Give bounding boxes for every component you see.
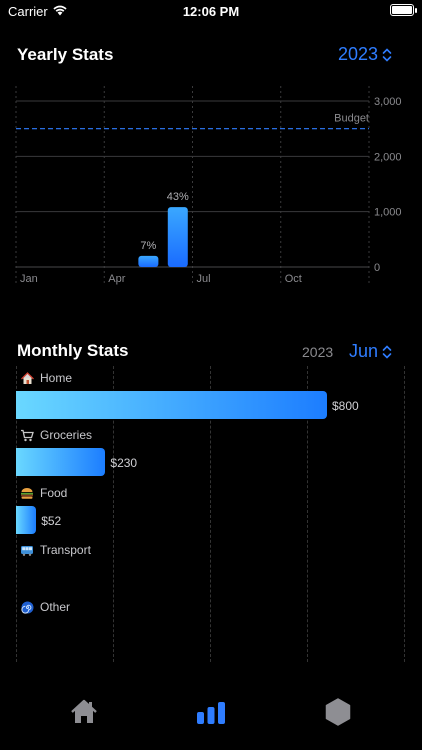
y-tick-label: 3,000 xyxy=(374,96,402,108)
yearly-stats-title: Yearly Stats xyxy=(17,45,114,64)
y-tick-label: 2,000 xyxy=(374,151,402,163)
monthly-year-label: 2023 xyxy=(302,344,334,360)
category-home[interactable]: Home xyxy=(20,368,72,388)
category-value: $230 xyxy=(110,456,138,470)
monthly-stats-title: Monthly Stats xyxy=(17,341,129,360)
budget-label: Budget xyxy=(334,113,369,125)
grid-line xyxy=(404,366,405,662)
hexagon-icon xyxy=(326,698,351,726)
bar-data-label: 43% xyxy=(167,191,189,203)
chevron-up-down-icon xyxy=(382,344,392,359)
tab-stats[interactable] xyxy=(181,692,241,732)
category-groceries[interactable]: Groceries xyxy=(20,425,92,445)
category-bar xyxy=(16,448,106,476)
category-transport[interactable]: Transport xyxy=(20,540,91,560)
bus-icon xyxy=(20,543,34,557)
x-tick-label: Jul xyxy=(197,273,211,285)
bar-data-label: 7% xyxy=(140,240,156,252)
house-icon xyxy=(70,699,97,723)
chart-bar-icon xyxy=(196,702,225,724)
x-tick-label: Jan xyxy=(20,273,38,285)
category-other[interactable]: Other xyxy=(20,597,70,617)
year-picker[interactable]: 2023 xyxy=(338,44,392,65)
x-tick-label: Oct xyxy=(285,273,302,285)
category-food[interactable]: Food xyxy=(20,483,67,503)
month-picker[interactable]: Jun xyxy=(349,341,392,362)
tab-settings[interactable] xyxy=(308,692,368,732)
year-bar xyxy=(138,255,159,267)
spiral-icon xyxy=(20,600,34,614)
category-label: Food xyxy=(40,486,68,500)
cart-icon xyxy=(20,428,34,442)
category-label: Transport xyxy=(40,543,91,557)
chevron-up-down-icon xyxy=(382,47,392,62)
yearly-bar-chart: 0 1,000 2,000 3,000 Jan Apr Jul Oct Budget 7% 43% xyxy=(15,86,402,285)
category-label: Home xyxy=(40,371,73,385)
tab-home[interactable] xyxy=(54,692,114,732)
category-label: Other xyxy=(40,600,71,614)
category-bar xyxy=(16,506,37,534)
year-bar xyxy=(167,207,188,267)
burger-icon xyxy=(20,486,34,500)
battery-icon xyxy=(390,4,417,16)
monthly-bar-chart: Home $800 Groceries $230 Food $52 Transp… xyxy=(0,366,422,662)
y-tick-label: 1,000 xyxy=(374,207,402,219)
year-picker-label: 2023 xyxy=(337,44,378,64)
category-bar xyxy=(16,391,327,419)
status-bar: Carrier 12:06 PM xyxy=(0,0,422,24)
tab-bar xyxy=(0,686,422,750)
category-label: Groceries xyxy=(40,428,93,442)
x-tick-label: Apr xyxy=(108,273,125,285)
y-tick-label: 0 xyxy=(374,262,380,274)
month-picker-label: Jun xyxy=(348,341,378,361)
status-time: 12:06 PM xyxy=(182,4,240,19)
house-icon xyxy=(20,371,34,385)
category-value: $52 xyxy=(41,514,62,528)
category-value: $800 xyxy=(332,399,359,413)
